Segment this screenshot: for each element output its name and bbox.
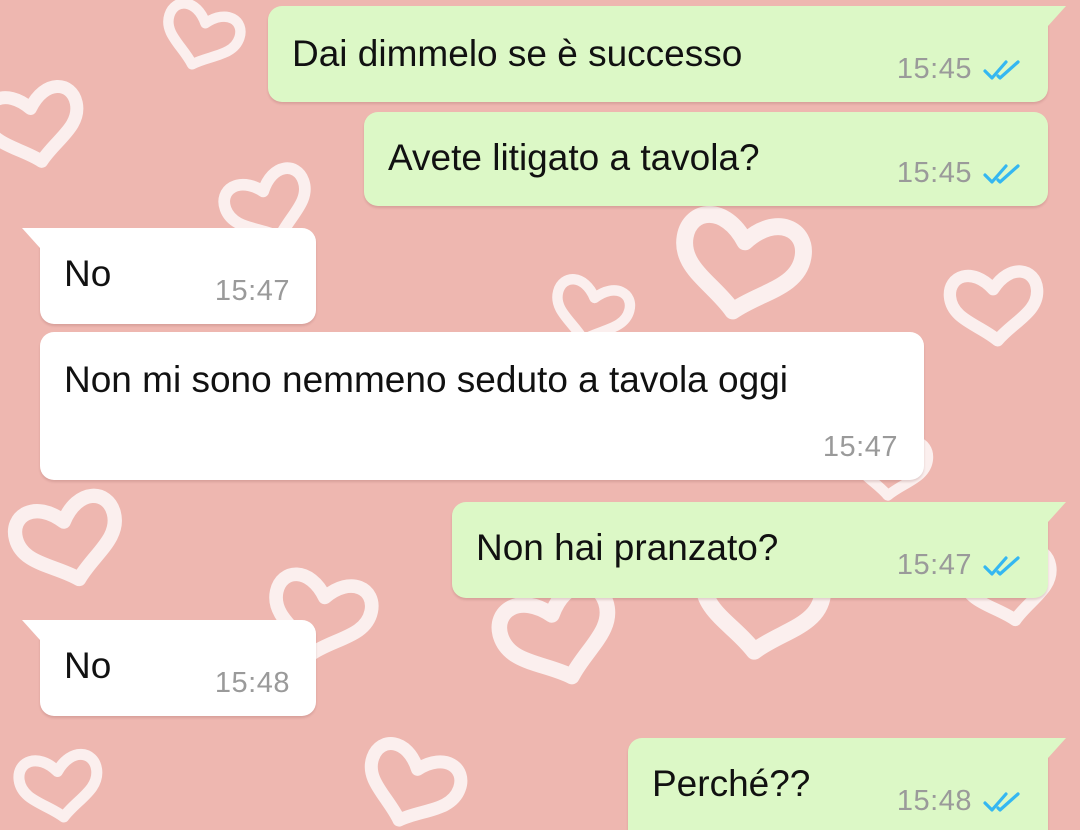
message-text: No bbox=[64, 253, 112, 294]
message-bubble-outgoing[interactable]: Dai dimmelo se è successo 15:45 bbox=[268, 6, 1066, 102]
double-check-read-icon bbox=[983, 163, 1020, 184]
message-bubble-outgoing[interactable]: Perché?? 15:48 bbox=[628, 738, 1066, 830]
message-text: Non mi sono nemmeno seduto a tavola oggi bbox=[64, 359, 788, 400]
message-text: Dai dimmelo se è successo bbox=[292, 33, 743, 74]
message-meta: 15:47 bbox=[823, 431, 898, 464]
message-meta: 15:47 bbox=[215, 275, 290, 308]
message-meta: 15:45 bbox=[897, 157, 1022, 190]
message-bubble-outgoing[interactable]: Non hai pranzato? 15:47 bbox=[452, 502, 1066, 598]
message-meta: 15:47 bbox=[897, 549, 1022, 582]
message-meta: 15:45 bbox=[897, 53, 1022, 86]
message-time: 15:45 bbox=[896, 53, 972, 85]
message-time: 15:48 bbox=[896, 785, 972, 817]
message-bubble-outgoing[interactable]: Avete litigato a tavola? 15:45 bbox=[364, 112, 1048, 206]
message-text: Non hai pranzato? bbox=[476, 527, 779, 568]
message-time: 15:47 bbox=[896, 549, 972, 581]
message-time: 15:47 bbox=[822, 431, 898, 463]
message-meta: 15:48 bbox=[897, 785, 1022, 818]
message-meta: 15:48 bbox=[215, 667, 290, 700]
message-bubble-incoming[interactable]: Non mi sono nemmeno seduto a tavola oggi… bbox=[40, 332, 924, 480]
message-time: 15:47 bbox=[214, 275, 290, 307]
message-time: 15:48 bbox=[214, 667, 290, 699]
double-check-read-icon bbox=[983, 555, 1020, 576]
message-bubble-incoming[interactable]: No 15:47 bbox=[22, 228, 316, 324]
message-time: 15:45 bbox=[896, 157, 972, 189]
message-text: Avete litigato a tavola? bbox=[388, 137, 760, 178]
double-check-read-icon bbox=[983, 59, 1020, 80]
message-text: Perché?? bbox=[652, 763, 811, 804]
message-text: No bbox=[64, 645, 112, 686]
double-check-read-icon bbox=[983, 791, 1020, 812]
message-bubble-incoming[interactable]: No 15:48 bbox=[22, 620, 316, 716]
